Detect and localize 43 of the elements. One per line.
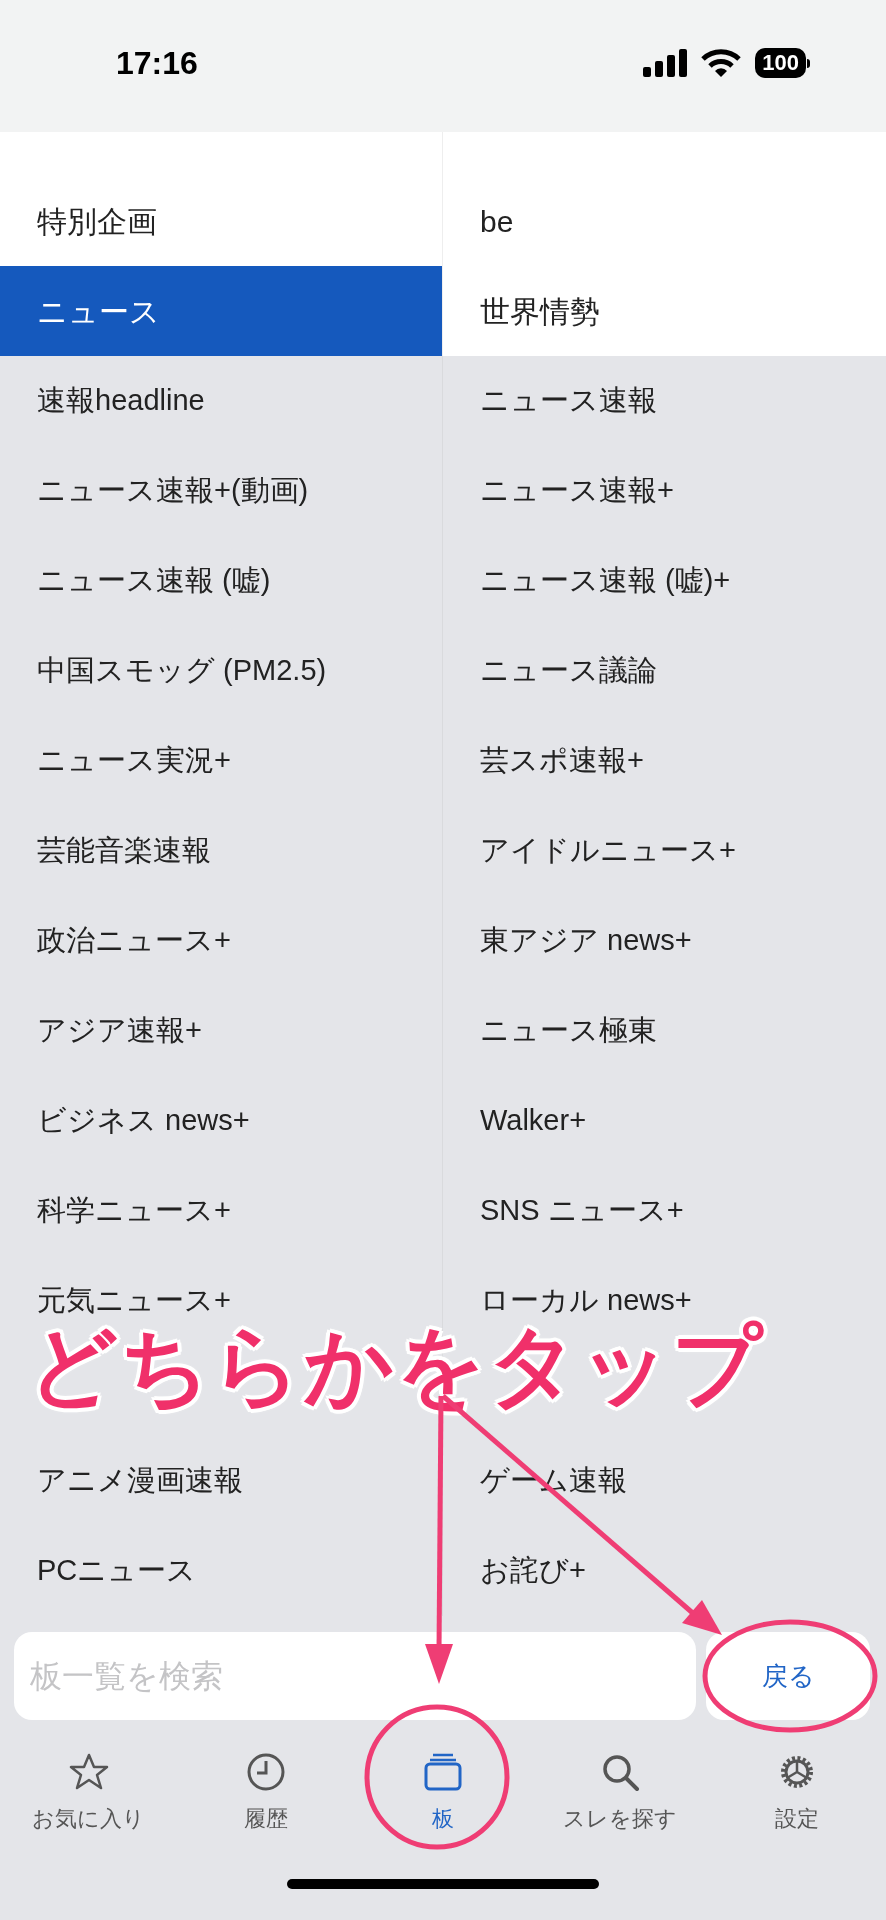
tab-button[interactable]: スレを探す: [531, 1752, 709, 1835]
board-item[interactable]: 芸スポ速報+: [443, 716, 886, 806]
board-item[interactable]: ビジネス news+: [0, 1076, 443, 1166]
board-item[interactable]: お詫び+: [443, 1526, 886, 1616]
board-item[interactable]: アイドルニュース+: [443, 806, 886, 896]
clock-icon: [245, 1752, 286, 1792]
search-icon: [600, 1752, 641, 1792]
board-item[interactable]: 政治ニュース+: [0, 896, 443, 986]
board-item[interactable]: ニュース極東: [443, 986, 886, 1076]
back-button[interactable]: 戻る: [706, 1632, 870, 1720]
board-item[interactable]: PCニュース: [0, 1526, 443, 1616]
board-item[interactable]: 中国スモッグ (PM2.5): [0, 626, 443, 716]
board-item[interactable]: アジア速報+: [0, 986, 443, 1076]
board-item[interactable]: ニュース速報+(動画): [0, 446, 443, 536]
board-item[interactable]: ニュース実況+: [0, 716, 443, 806]
tab-button[interactable]: 設定: [708, 1752, 886, 1835]
category-item[interactable]: 特別企画: [0, 176, 443, 266]
wifi-icon: [701, 49, 742, 77]
category-item[interactable]: ニュース: [0, 266, 443, 356]
tab-button[interactable]: 履歴: [177, 1752, 355, 1835]
board-item[interactable]: Walker+: [443, 1076, 886, 1166]
battery-cap: [807, 58, 810, 68]
category-item[interactable]: be: [443, 176, 886, 266]
status-time: 17:16: [116, 44, 198, 83]
board-item[interactable]: SNS ニュース+: [443, 1166, 886, 1256]
board-item[interactable]: 芸能音楽速報: [0, 806, 443, 896]
board-item[interactable]: 東アジア news+: [443, 896, 886, 986]
board-item[interactable]: ニュース速報+: [443, 446, 886, 536]
tab-button[interactable]: お気に入り: [0, 1752, 178, 1835]
board-item[interactable]: 科学ニュース+: [0, 1166, 443, 1256]
board-item[interactable]: ニュース速報: [443, 356, 886, 446]
star-icon: [68, 1752, 109, 1792]
board-item[interactable]: ニュース速報 (嘘): [0, 536, 443, 626]
tab-button[interactable]: 板: [354, 1752, 532, 1835]
board-item[interactable]: アニメ漫画速報: [0, 1436, 443, 1526]
board-item[interactable]: ニュース議論: [443, 626, 886, 716]
board-item[interactable]: 速報headline: [0, 356, 443, 446]
category-item[interactable]: 世界情勢: [443, 266, 886, 356]
battery-level: 100: [755, 48, 806, 78]
search-field[interactable]: 板一覧を検索: [14, 1632, 696, 1720]
stack-icon: [423, 1752, 463, 1792]
signal-icon: [643, 49, 688, 77]
board-item[interactable]: ニュース速報 (嘘)+: [443, 536, 886, 626]
